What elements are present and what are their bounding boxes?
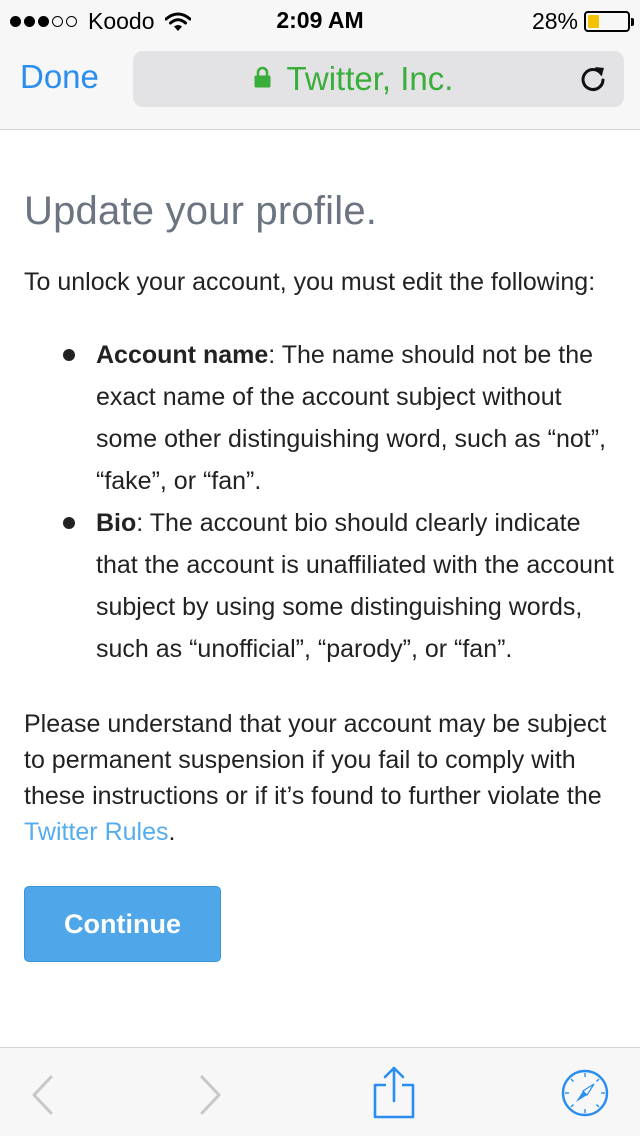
battery-fill (588, 15, 599, 28)
rule-text: : The account bio should clearly indicat… (96, 509, 614, 663)
warning-text: Please understand that your account may … (24, 710, 607, 810)
continue-button[interactable]: Continue (24, 886, 221, 962)
battery-nub (631, 18, 634, 26)
reload-icon[interactable] (578, 64, 608, 94)
status-bar: Koodo 2:09 AM 28% (0, 0, 640, 40)
battery-icon (584, 11, 634, 32)
browser-toolbar (0, 1047, 640, 1136)
bullet-icon (63, 349, 75, 361)
compass-icon[interactable] (561, 1069, 609, 1117)
rule-term: Account name (96, 341, 269, 369)
warning-end: . (168, 818, 176, 846)
done-button[interactable]: Done (20, 58, 99, 96)
list-item: Bio: The account bio should clearly indi… (24, 502, 614, 670)
list-item: Account name: The name should not be the… (24, 334, 614, 502)
status-right: 28% (531, 8, 634, 35)
site-name: Twitter, Inc. (286, 60, 454, 97)
address-bar-content: Twitter, Inc. (133, 51, 574, 107)
back-icon[interactable] (30, 1075, 54, 1115)
intro-text: To unlock your account, you must edit th… (24, 268, 596, 296)
share-icon[interactable] (372, 1065, 416, 1119)
rule-term: Bio (96, 509, 137, 537)
bullet-icon (63, 517, 75, 529)
requirements-list: Account name: The name should not be the… (24, 334, 614, 670)
suspension-warning: Please understand that your account may … (24, 706, 614, 850)
lock-icon (254, 66, 271, 88)
twitter-rules-link[interactable]: Twitter Rules (24, 818, 168, 846)
page-title: Update your profile. (24, 189, 378, 233)
address-bar[interactable]: Twitter, Inc. (133, 51, 624, 107)
battery-percentage: 28% (531, 8, 578, 34)
forward-icon[interactable] (199, 1075, 223, 1115)
page-content: Update your profile. To unlock your acco… (24, 130, 614, 962)
browser-top-chrome: Koodo 2:09 AM 28% Done Twitter, Inc. (0, 0, 640, 130)
